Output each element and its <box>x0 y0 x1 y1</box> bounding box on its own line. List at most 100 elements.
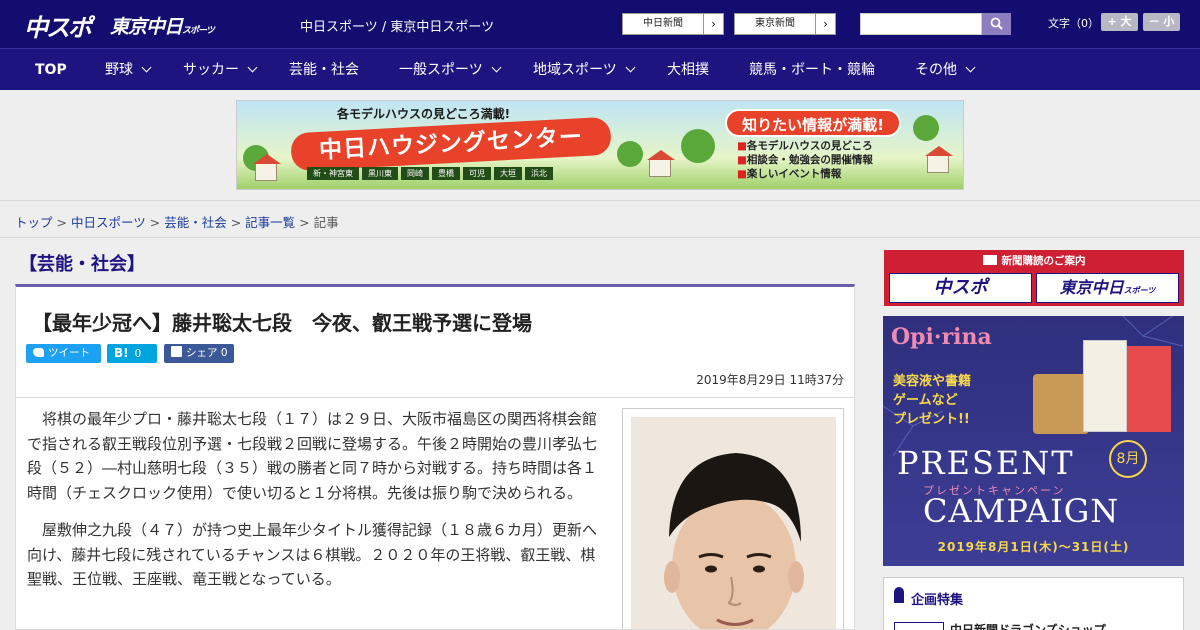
nav-item-racing-label: 競馬・ボート・競輪 <box>749 62 875 78</box>
ad-campaign-text: CAMPAIGN <box>923 492 1120 530</box>
house-illustration <box>253 154 281 181</box>
ad-gift-line: 美容液や書籍 <box>893 374 972 389</box>
chevron-right-icon: › <box>815 14 835 34</box>
breadcrumb-bar: トップ > 中日スポーツ > 芸能・社会 > 記事一覧 > 記事 <box>0 200 1200 238</box>
dragons-shop-thumbnail[interactable] <box>894 622 944 630</box>
ribbon-icon <box>894 587 904 603</box>
banner-top-text: 各モデルハウスの見どころ満載! <box>337 107 511 121</box>
nav-item-entertainment-label: 芸能・社会 <box>289 62 359 78</box>
article-header: 【最年少冠へ】藤井聡太七段 今夜、叡王戦予選に登場 ツイート B! 0 シェア 0… <box>15 284 855 398</box>
tokyo-chunichi-subscription-logo[interactable]: 東京中日スポーツ <box>1036 273 1179 303</box>
house-illustration <box>647 150 675 177</box>
chevron-down-icon <box>491 62 502 73</box>
site-names: 中日スポーツ / 東京中日スポーツ <box>300 20 495 35</box>
breadcrumb-article-list[interactable]: 記事一覧 <box>245 215 295 230</box>
breadcrumb-separator: > <box>56 215 67 230</box>
breadcrumb-separator: > <box>149 215 161 230</box>
banner-area-label: 大垣 <box>494 167 522 180</box>
main-nav: TOP 野球 サッカー 芸能・社会 一般スポーツ 地域スポーツ 大相撲 競馬・ボ… <box>0 48 1200 90</box>
tokyo-shimbun-link[interactable]: 東京新聞 › <box>734 13 836 35</box>
feature-title: 企画特集 <box>911 593 964 608</box>
nav-item-soccer[interactable]: サッカー <box>183 49 258 91</box>
facebook-share-button[interactable]: シェア 0 <box>164 344 234 363</box>
article-paragraph: 屋敷伸之九段（４７）が持つ史上最年少タイトル獲得記録（１８歳６カ月）更新へ向け、… <box>27 521 598 588</box>
tweet-label: ツイート <box>48 347 90 359</box>
article-photo[interactable] <box>631 417 836 629</box>
tree-illustration <box>913 115 939 141</box>
tokyo-chunichi-logo[interactable]: 東京中日スポーツ <box>110 12 215 39</box>
nav-item-regional-sports[interactable]: 地域スポーツ <box>533 49 636 91</box>
chuspo-logo[interactable]: 中スポ <box>24 8 92 43</box>
serum-product-image <box>1033 374 1089 434</box>
banner-feature-list: 各モデルハウスの見どころ 相談会・勉強会の開催情報 楽しいイベント情報 <box>737 139 873 181</box>
ad-products-image <box>1033 330 1173 440</box>
portrait-illustration <box>631 417 836 629</box>
hatena-icon: B! <box>114 346 129 360</box>
chuspo-subscription-logo[interactable]: 中スポ <box>889 273 1032 303</box>
nav-item-soccer-label: サッカー <box>183 62 239 78</box>
ad-gift-line: ゲームなど <box>893 393 958 408</box>
feature-box: 企画特集 中日新聞ドラゴンズショップ <box>883 577 1184 630</box>
breadcrumb-chunichi-sports[interactable]: 中日スポーツ <box>71 215 146 230</box>
search-icon <box>990 17 1003 30</box>
banner-area: 各モデルハウスの見どころ満載! 中日ハウジングセンター 新・神宮東 黒川東 岡崎 豊橋… <box>0 90 1200 200</box>
tweet-button[interactable]: ツイート <box>26 344 101 363</box>
housing-center-banner[interactable]: 各モデルハウスの見どころ満載! 中日ハウジングセンター 新・神宮東 黒川東 岡崎 豊橋… <box>236 100 964 190</box>
nav-item-racing[interactable]: 競馬・ボート・競輪 <box>749 49 875 91</box>
breadcrumb-entertainment[interactable]: 芸能・社会 <box>164 215 227 230</box>
chunichi-shimbun-link[interactable]: 中日新聞 › <box>622 13 724 35</box>
site-header: 中スポ 東京中日スポーツ 中日スポーツ / 東京中日スポーツ 中日新聞 › 東京… <box>0 0 1200 48</box>
nav-item-sumo-label: 大相撲 <box>667 62 709 78</box>
nav-item-other-label: その他 <box>915 62 957 78</box>
nav-item-entertainment[interactable]: 芸能・社会 <box>289 49 359 91</box>
banner-areas: 新・神宮東 黒川東 岡崎 豊橋 可児 大垣 浜北 <box>307 167 556 181</box>
book-image <box>1083 340 1127 432</box>
article-title: 【最年少冠へ】藤井聡太七段 今夜、叡王戦予選に登場 <box>32 311 532 335</box>
breadcrumb-separator: > <box>299 215 310 230</box>
search-input[interactable] <box>860 13 982 35</box>
banner-area-label: 岡崎 <box>401 167 429 180</box>
tree-illustration <box>617 141 643 167</box>
nav-item-baseball-label: 野球 <box>105 62 133 78</box>
twitter-icon <box>33 348 44 357</box>
breadcrumb-top[interactable]: トップ <box>15 215 53 230</box>
category-title: 【芸能・社会】 <box>19 254 145 275</box>
ad-gift-line: プレゼント!! <box>893 412 970 427</box>
ad-month-badge: 8月 <box>1109 440 1147 478</box>
nav-item-sumo[interactable]: 大相撲 <box>667 49 709 91</box>
nav-item-other[interactable]: その他 <box>915 49 976 91</box>
nav-item-top[interactable]: TOP <box>35 49 67 91</box>
nav-item-general-sports[interactable]: 一般スポーツ <box>399 49 502 91</box>
chevron-right-icon: › <box>703 14 723 34</box>
hatena-bookmark-button[interactable]: B! 0 <box>107 344 157 363</box>
breadcrumb: トップ > 中日スポーツ > 芸能・社会 > 記事一覧 > 記事 <box>15 212 339 231</box>
breadcrumb-separator: > <box>230 215 242 230</box>
article-paragraph: 将棋の最年少プロ・藤井聡太七段（１７）は２９日、大阪市福島区の関西将棋会館で指さ… <box>27 410 598 502</box>
nav-item-regional-sports-label: 地域スポーツ <box>533 62 617 78</box>
tokyo-chunichi-logo-small: スポーツ <box>182 26 215 36</box>
feature-item-dragons-shop[interactable]: 中日新聞ドラゴンズショップ <box>950 621 1106 630</box>
font-size-up-button[interactable]: + 大 <box>1101 13 1138 31</box>
font-size-label: 文字（0） <box>1048 17 1099 30</box>
nav-item-baseball[interactable]: 野球 <box>105 49 152 91</box>
banner-area-label: 浜北 <box>525 167 553 180</box>
chevron-down-icon <box>965 62 976 73</box>
house-illustration <box>925 146 953 173</box>
hatena-count: 0 <box>134 348 142 360</box>
chunichi-shimbun-label: 中日新聞 <box>643 18 683 29</box>
facebook-share-label: シェア 0 <box>186 347 228 359</box>
banner-feature-item: 楽しいイベント情報 <box>737 167 873 181</box>
search-button[interactable] <box>982 13 1011 35</box>
tree-illustration <box>681 129 715 163</box>
tokyo-chunichi-logo-text: 東京中日 <box>110 16 183 38</box>
opirina-present-ad[interactable]: Opi·rina 美容液や書籍 ゲームなど プレゼント!! PRESENT 8月… <box>883 316 1184 566</box>
banner-area-label: 新・神宮東 <box>307 167 359 180</box>
publish-date: 2019年8月29日 11時37分 <box>696 373 844 387</box>
banner-area-label: 豊橋 <box>432 167 460 180</box>
font-size-down-button[interactable]: － 小 <box>1143 13 1180 31</box>
ad-present-text: PRESENT <box>897 444 1075 482</box>
subscription-box[interactable]: 新聞購読のご案内 中スポ 東京中日スポーツ <box>884 250 1184 306</box>
banner-feature-item: 各モデルハウスの見どころ <box>737 139 873 153</box>
article-body: 将棋の最年少プロ・藤井聡太七段（１７）は２９日、大阪市福島区の関西将棋会館で指さ… <box>15 398 855 630</box>
article-text: 将棋の最年少プロ・藤井聡太七段（１７）は２９日、大阪市福島区の関西将棋会館で指さ… <box>27 407 605 605</box>
